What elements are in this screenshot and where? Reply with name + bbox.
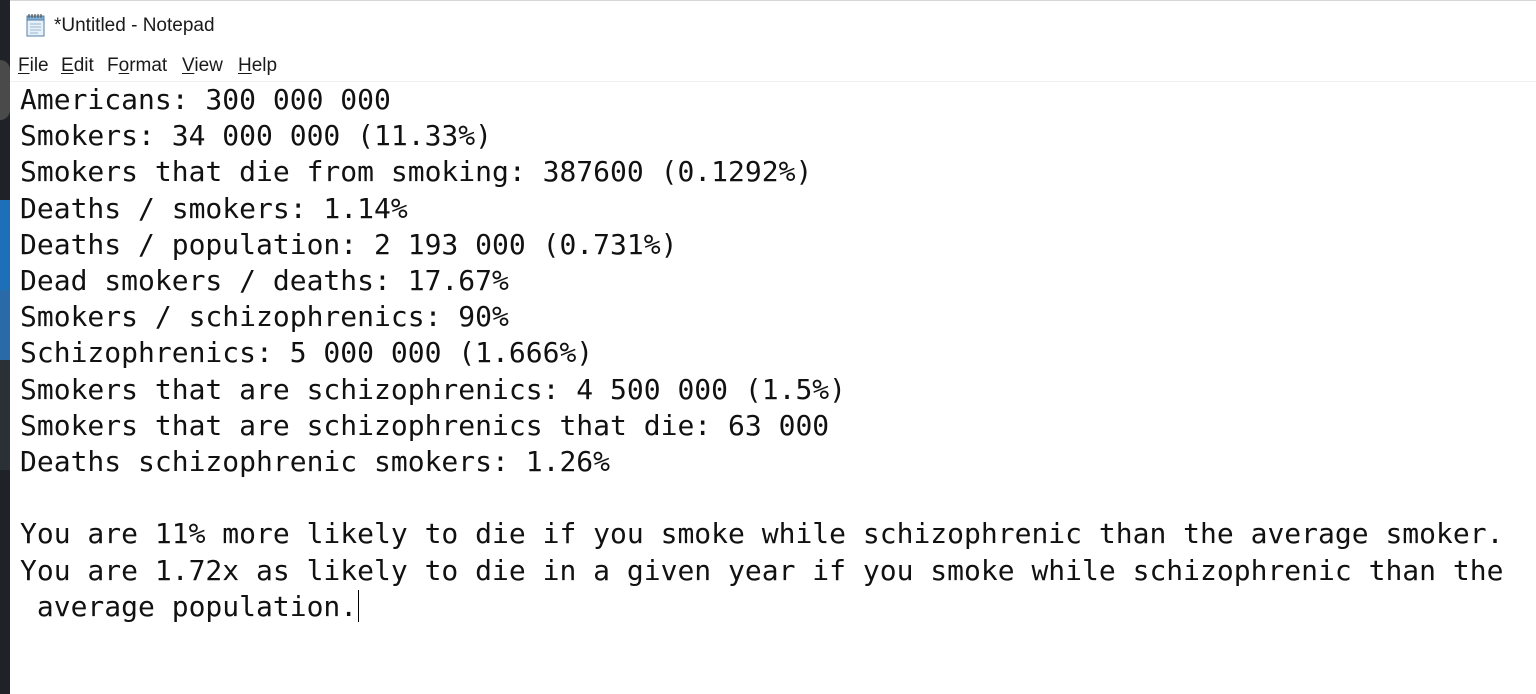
desktop-background-segment: [0, 360, 10, 470]
text-line: average population.: [20, 589, 358, 623]
menu-view[interactable]: View: [182, 55, 223, 77]
menu-format-accelerator: o: [118, 55, 130, 76]
text-line: Smokers / schizophrenics: 90%: [20, 300, 509, 334]
text-line: Smokers that die from smoking: 387600 (0…: [20, 155, 813, 189]
menu-format[interactable]: Format: [107, 55, 167, 77]
menu-file-accelerator: F: [18, 55, 30, 76]
text-line: Americans: 300 000 000: [20, 83, 391, 116]
desktop-background: [0, 0, 10, 694]
desktop-background-segment: [0, 290, 10, 360]
menu-format-label-start: F: [107, 55, 119, 76]
text-line: Deaths / population: 2 193 000 (0.731%): [20, 227, 678, 261]
window-title: *Untitled - Notepad: [54, 15, 215, 36]
text-line: You are 1.72x as likely to die in a give…: [20, 553, 1504, 587]
text-editor[interactable]: Americans: 300 000 000 Smokers: 34 000 00…: [10, 81, 1536, 694]
title-bar[interactable]: *Untitled - Notepad: [10, 0, 1536, 51]
text-line: Smokers that are schizophrenics that die…: [20, 408, 830, 442]
text-line: Deaths / smokers: 1.14%: [20, 191, 408, 225]
menu-view-label: iew: [194, 55, 223, 76]
menu-file[interactable]: File: [18, 55, 49, 77]
text-line: Smokers: 34 000 000 (11.33%): [20, 119, 493, 153]
menu-edit-label: dit: [73, 55, 94, 76]
text-line: Smokers that are schizophrenics: 4 500 0…: [20, 372, 847, 406]
menu-help[interactable]: Help: [238, 55, 277, 77]
menu-view-accelerator: V: [182, 55, 195, 76]
menu-bar: File Edit Format View Help: [10, 52, 1536, 80]
menu-file-label: ile: [29, 55, 49, 76]
notepad-icon: [26, 14, 45, 37]
text-line-empty: ​: [20, 480, 1536, 516]
menu-help-label: elp: [251, 55, 278, 76]
desktop-background-segment: [0, 60, 10, 120]
text-line: Deaths schizophrenic smokers: 1.26%: [20, 445, 611, 479]
menu-edit[interactable]: Edit: [61, 55, 94, 77]
editor-text[interactable]: Americans: 300 000 000 Smokers: 34 000 00…: [20, 82, 1536, 625]
text-line: You are 11% more likely to die if you sm…: [20, 517, 1504, 551]
menu-edit-accelerator: E: [61, 55, 74, 76]
menu-format-label-end: rmat: [129, 55, 168, 76]
text-line: Dead smokers / deaths: 17.67%: [20, 264, 509, 298]
text-line: Schizophrenics: 5 000 000 (1.666%): [20, 336, 594, 370]
desktop-background-segment: [0, 200, 10, 290]
notepad-window: *Untitled - Notepad File Edit Format Vie…: [10, 0, 1536, 694]
menu-help-accelerator: H: [238, 55, 252, 76]
text-caret: [358, 589, 360, 622]
text-line-last: average population.: [20, 589, 1536, 625]
